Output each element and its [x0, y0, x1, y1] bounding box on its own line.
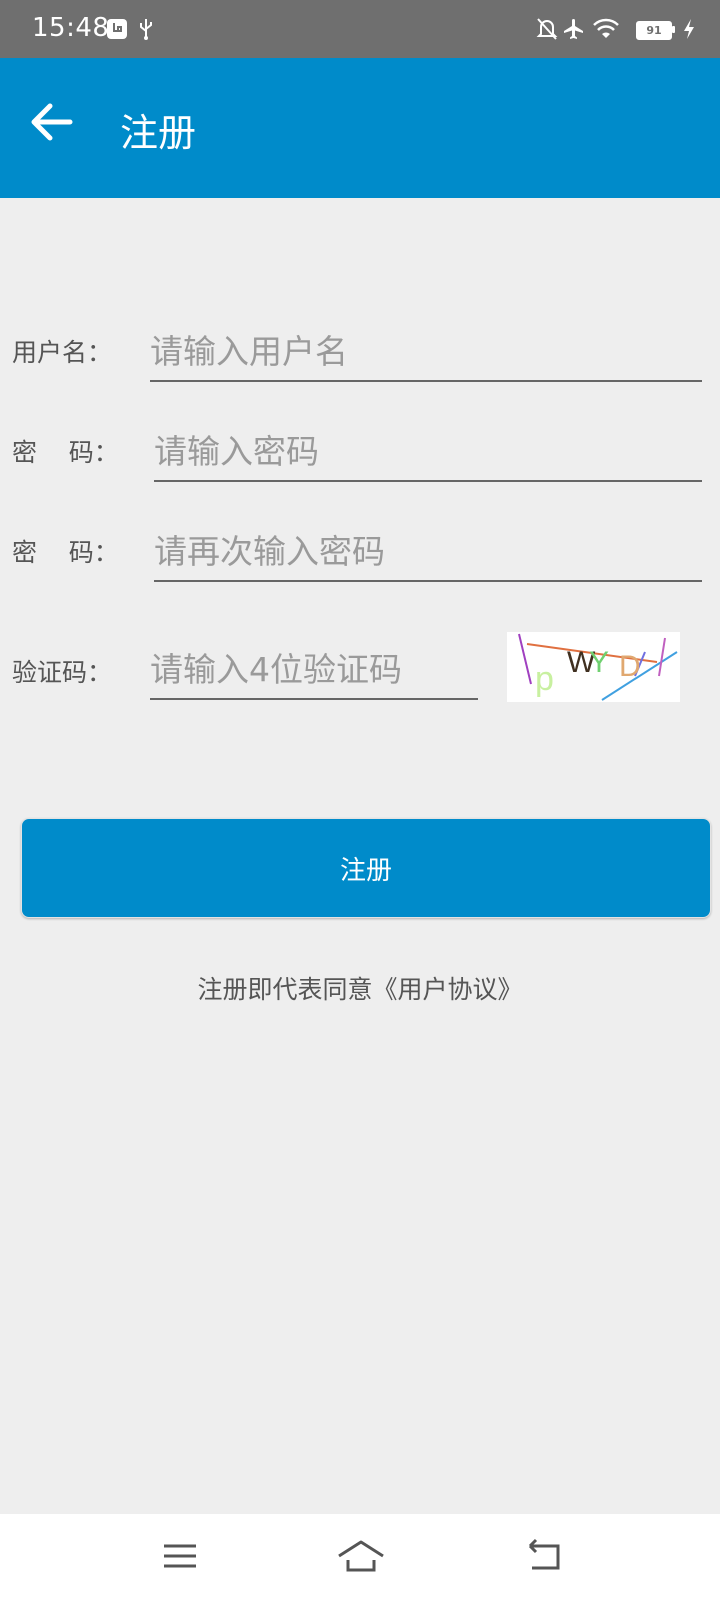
status-bar: 15:48 91 — [0, 0, 720, 58]
app-bar: 注册 — [0, 58, 720, 198]
system-nav-bar — [0, 1514, 720, 1600]
register-button[interactable]: 注册 — [21, 818, 711, 918]
wifi-icon — [592, 16, 620, 42]
password-confirm-label: 密 码： — [12, 538, 119, 567]
usb-icon — [138, 16, 154, 42]
captcha-input[interactable] — [150, 640, 478, 698]
captcha-label: 验证码： — [12, 658, 113, 687]
svg-text:D: D — [619, 650, 641, 683]
page-title: 注册 — [120, 111, 197, 155]
charging-icon — [682, 16, 696, 42]
menu-icon[interactable] — [158, 1536, 202, 1576]
captcha-field — [150, 640, 478, 700]
username-input[interactable] — [150, 322, 702, 380]
password-label: 密 码： — [12, 438, 119, 467]
svg-text:p: p — [535, 660, 554, 698]
home-icon[interactable] — [336, 1536, 384, 1576]
password-input[interactable] — [154, 422, 702, 480]
agreement-link[interactable]: 注册即代表同意《用户协议》 — [0, 970, 720, 1006]
svg-text:Y: Y — [589, 646, 609, 679]
usb-debug-icon — [106, 16, 128, 42]
username-field — [150, 322, 702, 382]
username-label: 用户名： — [12, 338, 113, 367]
battery-icon: 91 — [636, 21, 672, 40]
arrow-left-icon[interactable] — [22, 92, 82, 152]
status-time: 15:48 — [32, 13, 110, 43]
airplane-icon — [562, 16, 586, 42]
captcha-image[interactable]: p W Y D — [507, 632, 680, 702]
mute-icon — [536, 16, 558, 42]
password-confirm-field — [154, 522, 702, 582]
password-confirm-input[interactable] — [154, 522, 702, 580]
password-field — [154, 422, 702, 482]
back-icon[interactable] — [522, 1536, 566, 1576]
battery-cap — [672, 26, 675, 33]
